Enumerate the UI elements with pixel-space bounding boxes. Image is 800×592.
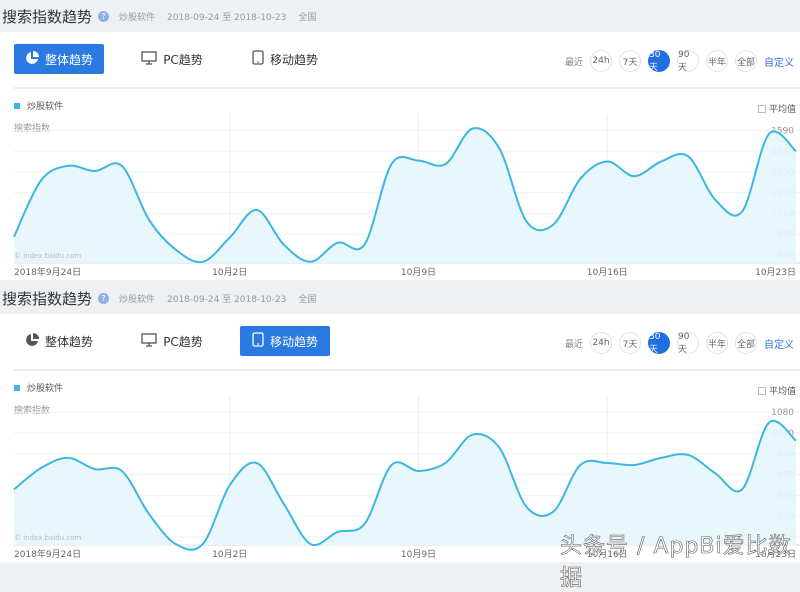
x-tick-label: 10月9日: [401, 549, 436, 560]
panel-header: 搜索指数趋势 ? 炒股软件 2018-09-24 至 2018-10-23 全国: [0, 282, 800, 314]
date-range: 2018-09-24 至 2018-10-23: [167, 294, 287, 305]
trend-panel: 搜索指数趋势 ? 炒股软件 2018-09-24 至 2018-10-23 全国…: [0, 0, 800, 280]
trend-chart[interactable]: 660730800870940101010802018年9月24日10月2日10…: [0, 314, 800, 562]
panel-title: 搜索指数趋势: [2, 7, 93, 26]
x-tick-label: 2018年9月24日: [14, 266, 81, 278]
overlay-watermark: 头条号 / AppBi爱比数据: [560, 534, 792, 592]
chart-watermark: © index.baidu.com: [14, 534, 82, 542]
x-tick-label: 2018年9月24日: [14, 548, 81, 560]
region: 全国: [298, 294, 317, 305]
x-tick-label: 10月23日: [755, 267, 796, 278]
help-icon[interactable]: ?: [98, 292, 110, 304]
keyword: 炒股软件: [119, 12, 156, 23]
keyword: 炒股软件: [119, 294, 156, 305]
trend-chart[interactable]: 870990111012301350147015902018年9月24日10月2…: [0, 32, 800, 280]
date-range: 2018-09-24 至 2018-10-23: [167, 12, 287, 23]
x-tick-label: 10月9日: [401, 267, 436, 278]
chart-watermark: © index.baidu.com: [14, 252, 82, 260]
x-tick-label: 10月2日: [212, 549, 247, 560]
x-tick-label: 10月16日: [587, 267, 628, 278]
trend-panel: 搜索指数趋势 ? 炒股软件 2018-09-24 至 2018-10-23 全国…: [0, 282, 800, 562]
panel-header: 搜索指数趋势 ? 炒股软件 2018-09-24 至 2018-10-23 全国: [0, 0, 800, 32]
series-area: [14, 128, 796, 263]
help-icon[interactable]: ?: [98, 10, 110, 22]
panel-title: 搜索指数趋势: [2, 289, 93, 308]
y-tick-label: 1080: [771, 408, 794, 418]
x-tick-label: 10月2日: [212, 267, 247, 278]
chart-card: 整体趋势 PC趋势 移动趋势 最近 24h 7天 30天 90天 半年 全部 自定义 炒股软件 平均…: [0, 32, 800, 280]
region: 全国: [298, 12, 317, 23]
chart-card: 整体趋势 PC趋势 移动趋势 最近 24h 7天 30天 90天 半年 全部 自定义 炒股软件 平均…: [0, 314, 800, 562]
